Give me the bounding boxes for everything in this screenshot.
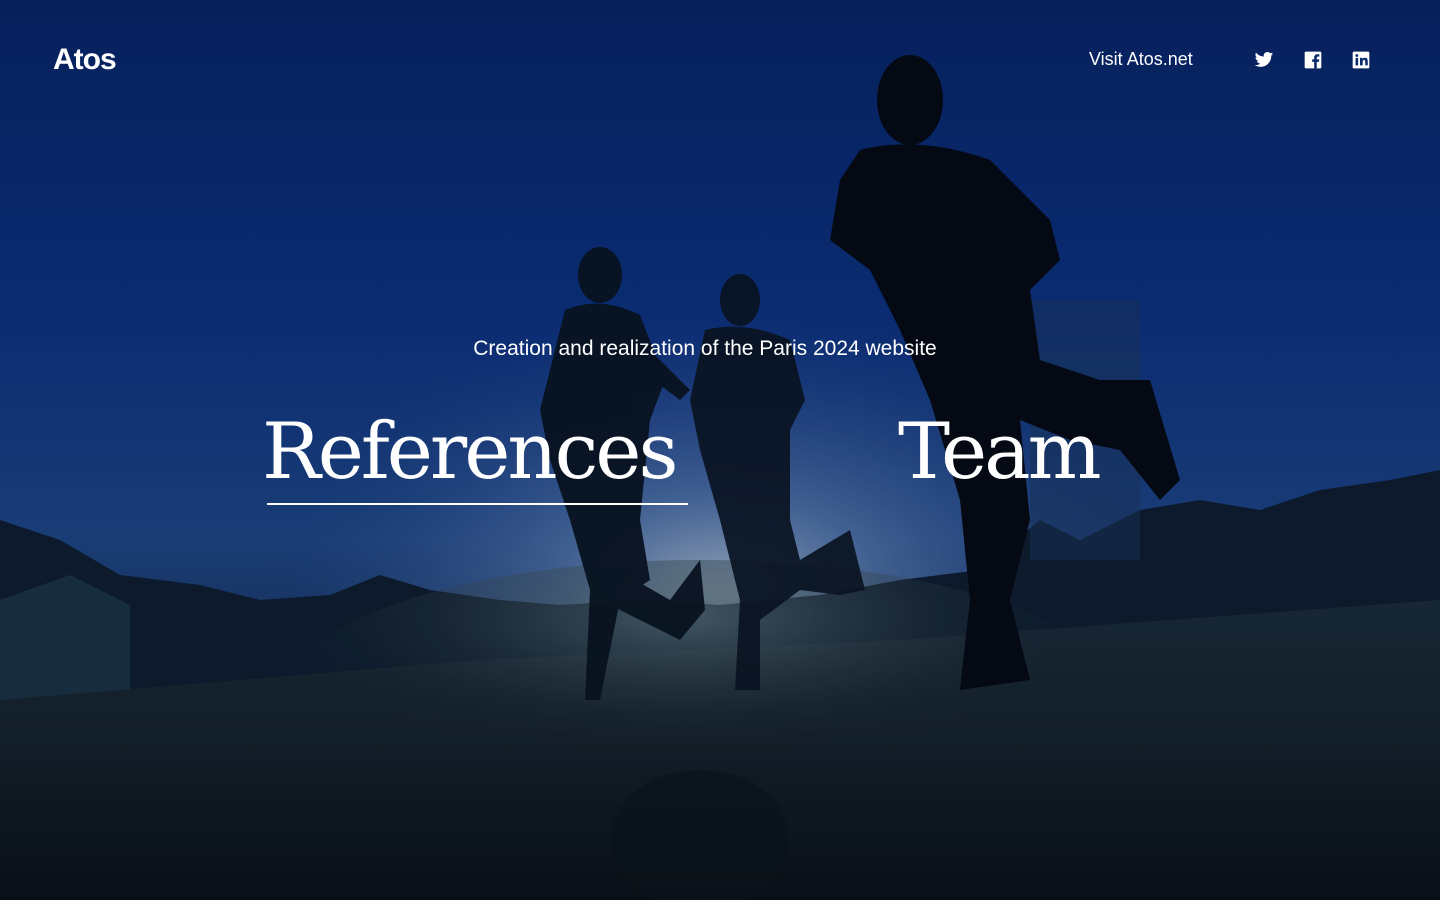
background-image <box>0 0 1440 900</box>
hero-subtitle: Creation and realization of the Paris 20… <box>473 337 937 360</box>
nav-team-link[interactable]: Team <box>898 402 1102 502</box>
linkedin-link[interactable] <box>1351 50 1371 70</box>
hero-stage: Atos Visit Atos.net Creation and realiza… <box>0 0 1440 900</box>
atos-logo[interactable]: Atos <box>53 42 117 78</box>
facebook-link[interactable] <box>1303 50 1323 70</box>
visit-atos-link[interactable]: Visit Atos.net <box>1089 48 1193 70</box>
linkedin-icon <box>1352 51 1370 69</box>
nav-references-link[interactable]: References <box>262 402 678 502</box>
twitter-icon <box>1254 52 1274 67</box>
twitter-link[interactable] <box>1254 50 1274 70</box>
active-nav-underline <box>267 503 688 505</box>
facebook-icon <box>1304 51 1322 69</box>
